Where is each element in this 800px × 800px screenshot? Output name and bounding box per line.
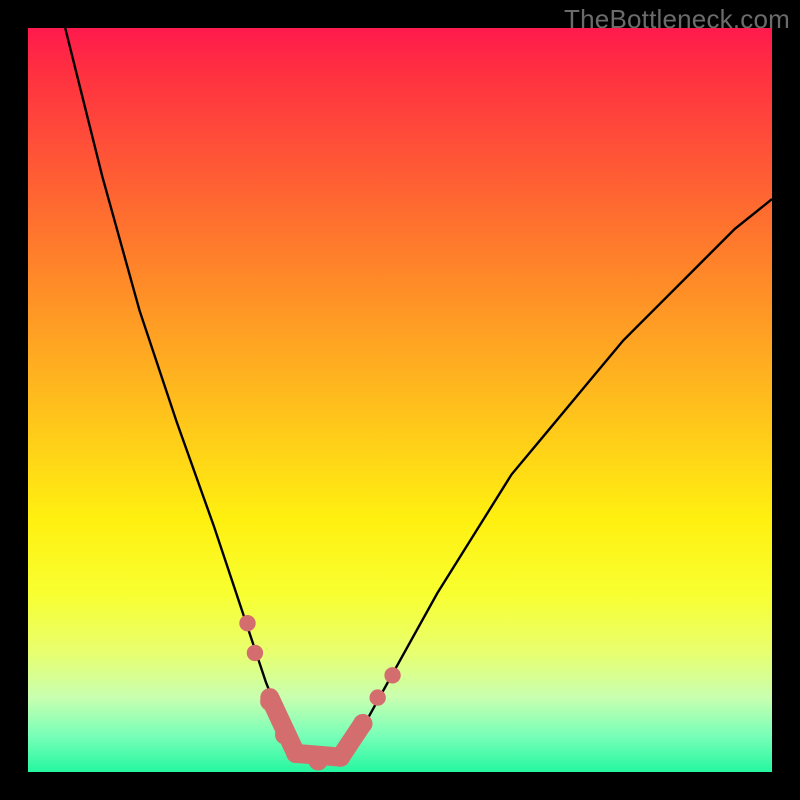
right-low1-dot <box>353 714 372 733</box>
right-low2-dot <box>369 689 385 705</box>
left-upper-dot <box>239 615 255 631</box>
plot-area <box>28 28 772 772</box>
trough-end <box>331 747 350 766</box>
left-low2-dot <box>275 725 294 744</box>
trough-mid <box>308 751 327 770</box>
left-low1-dot <box>260 692 279 711</box>
curve-svg <box>28 28 772 772</box>
right-upper-dot <box>384 667 400 683</box>
bottleneck-curve <box>65 28 772 761</box>
trough-start <box>286 744 305 763</box>
outer-black-frame: TheBottleneck.com <box>0 0 800 800</box>
watermark-text: TheBottleneck.com <box>564 4 790 35</box>
left-mid-dot <box>247 645 263 661</box>
